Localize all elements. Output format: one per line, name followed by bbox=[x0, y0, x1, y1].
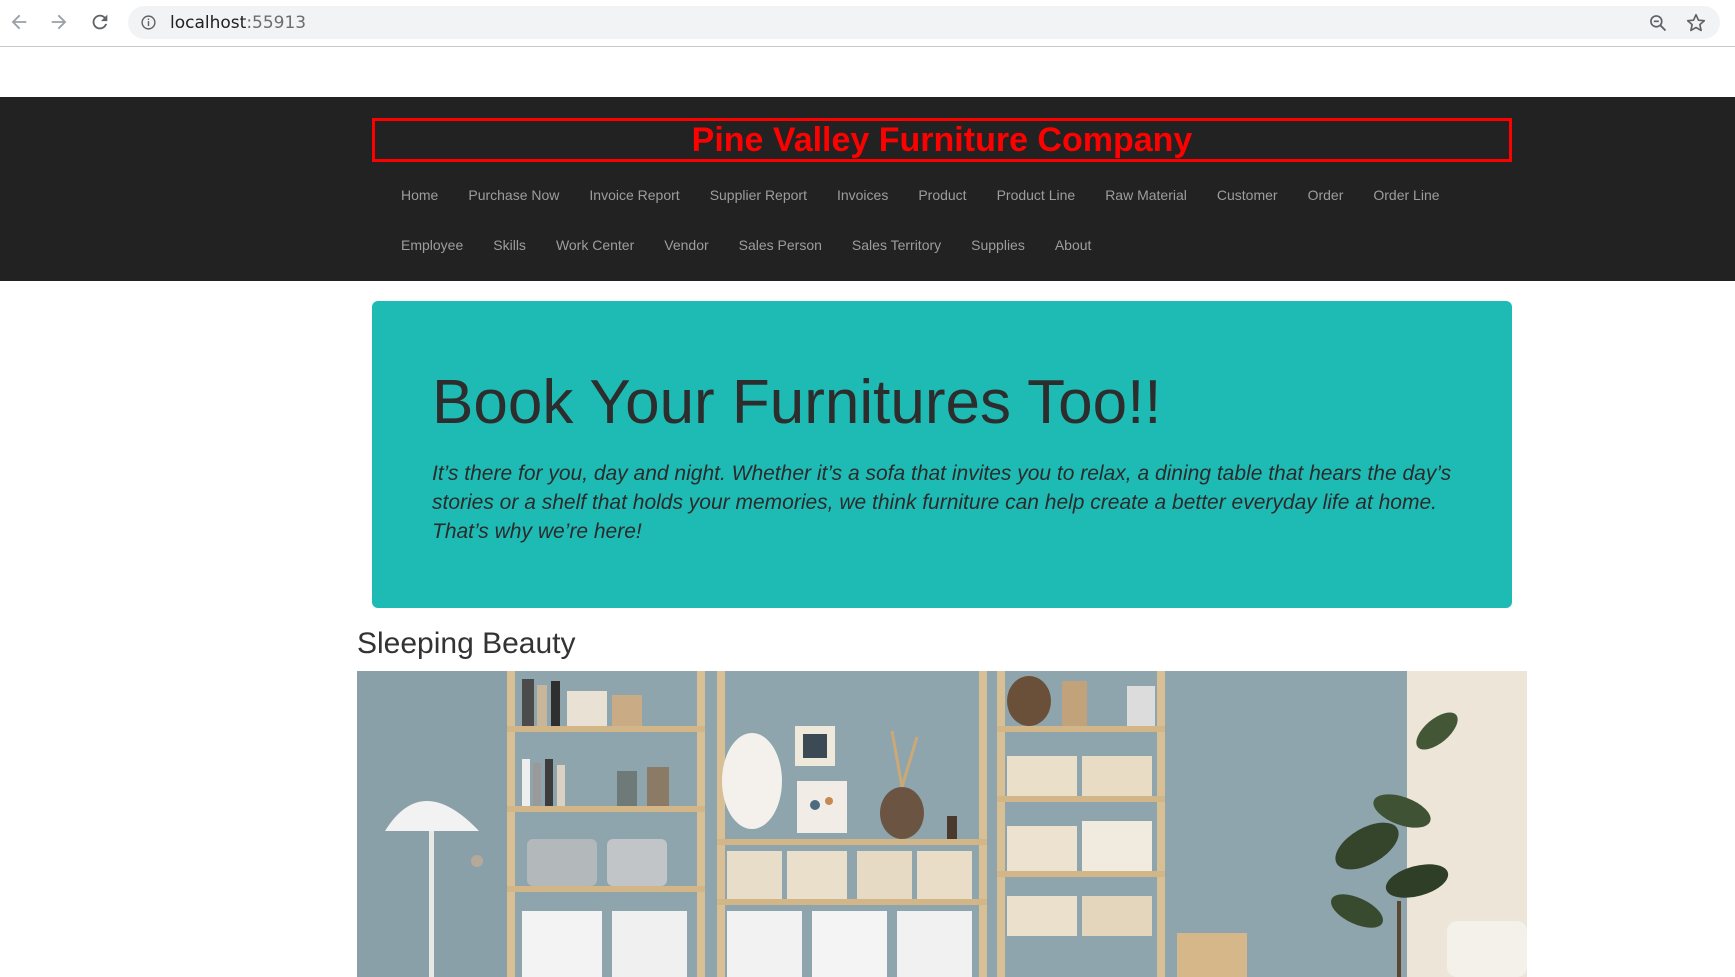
nav-link-about[interactable]: About bbox=[1040, 237, 1107, 253]
nav-link-purchase-now[interactable]: Purchase Now bbox=[453, 187, 574, 203]
back-button[interactable] bbox=[6, 9, 32, 35]
nav-link-sales-person[interactable]: Sales Person bbox=[724, 237, 837, 253]
nav-link-product-line[interactable]: Product Line bbox=[982, 187, 1091, 203]
nav-link-skills[interactable]: Skills bbox=[478, 237, 541, 253]
reload-icon bbox=[92, 14, 108, 30]
nav-row-2: Employee Skills Work Center Vendor Sales… bbox=[386, 237, 1106, 253]
hero-heading: Book Your Furnitures Too!! bbox=[432, 368, 1162, 437]
nav-link-supplier-report[interactable]: Supplier Report bbox=[695, 187, 822, 203]
nav-link-work-center[interactable]: Work Center bbox=[541, 237, 649, 253]
nav-link-customer[interactable]: Customer bbox=[1202, 187, 1293, 203]
bookmark-star-icon[interactable] bbox=[1685, 12, 1707, 34]
arrow-right-icon bbox=[51, 14, 67, 30]
nav-link-vendor[interactable]: Vendor bbox=[649, 237, 723, 253]
nav-link-invoices[interactable]: Invoices bbox=[822, 187, 903, 203]
reload-button[interactable] bbox=[87, 9, 113, 35]
nav-link-order-line[interactable]: Order Line bbox=[1358, 187, 1454, 203]
zoom-icon[interactable] bbox=[1648, 13, 1668, 33]
nav-link-employee[interactable]: Employee bbox=[386, 237, 478, 253]
url-port: :55913 bbox=[246, 13, 307, 33]
nav-link-order[interactable]: Order bbox=[1293, 187, 1359, 203]
url-text: localhost:55913 bbox=[170, 13, 306, 33]
site-navbar: Pine Valley Furniture Company Home Purch… bbox=[0, 97, 1735, 281]
furniture-photo bbox=[357, 671, 1527, 977]
brand-banner[interactable]: Pine Valley Furniture Company bbox=[372, 118, 1512, 162]
brand-title: Pine Valley Furniture Company bbox=[691, 120, 1193, 159]
nav-link-invoice-report[interactable]: Invoice Report bbox=[574, 187, 694, 203]
browser-toolbar: localhost:55913 bbox=[0, 0, 1735, 47]
address-bar[interactable]: localhost:55913 bbox=[128, 6, 1720, 39]
nav-link-supplies[interactable]: Supplies bbox=[956, 237, 1040, 253]
nav-row-1: Home Purchase Now Invoice Report Supplie… bbox=[386, 187, 1455, 203]
shelving-illustration bbox=[357, 671, 1527, 977]
nav-link-sales-territory[interactable]: Sales Territory bbox=[837, 237, 956, 253]
url-host: localhost bbox=[170, 13, 247, 33]
arrow-left-icon bbox=[11, 14, 27, 30]
nav-link-product[interactable]: Product bbox=[903, 187, 981, 203]
info-icon[interactable] bbox=[140, 14, 157, 31]
nav-link-home[interactable]: Home bbox=[386, 187, 453, 203]
hero-text: It’s there for you, day and night. Wheth… bbox=[432, 462, 1452, 543]
hero-jumbotron: Book Your Furnitures Too!! It’s there fo… bbox=[372, 301, 1512, 608]
nav-link-raw-material[interactable]: Raw Material bbox=[1090, 187, 1202, 203]
forward-button[interactable] bbox=[46, 9, 72, 35]
section-title: Sleeping Beauty bbox=[357, 627, 576, 660]
